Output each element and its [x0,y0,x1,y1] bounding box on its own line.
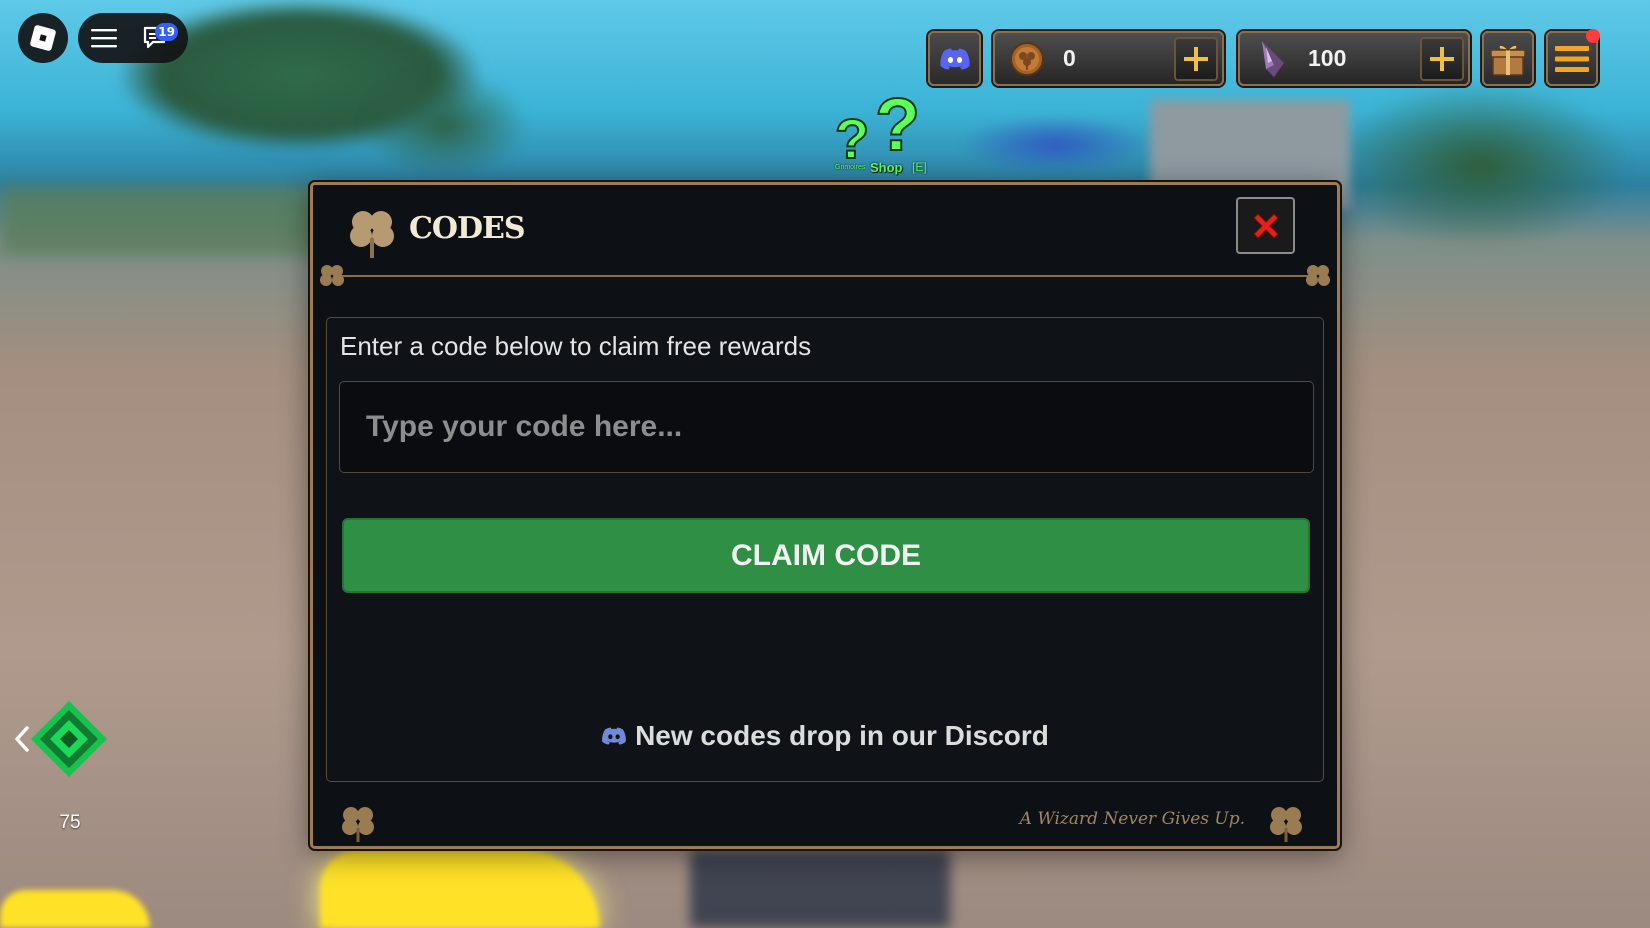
header-divider [341,275,1309,277]
plus-icon [1430,46,1454,71]
background-grass [0,185,330,255]
crystal-shard-icon [1252,39,1292,79]
gift-icon [1490,44,1526,76]
codes-dialog: CODES Enter a code below to claim free r… [310,182,1340,849]
player-character [690,850,950,928]
clover-ornament-icon [342,807,374,842]
shop-keybind: [E] [912,160,927,174]
game-menu-button[interactable] [1546,29,1600,86]
discord-button[interactable] [928,31,981,86]
roblox-hamburger-button[interactable] [78,13,130,63]
level-diamond-icon[interactable] [30,700,108,778]
clover-ornament-icon [1270,807,1302,842]
gift-button[interactable] [1482,31,1534,86]
code-prompt: Enter a code below to claim free rewards [340,331,812,361]
roblox-logo-icon [29,24,57,52]
dialog-header: CODES [313,185,1337,280]
hamburger-icon [91,29,117,48]
plus-icon [1184,46,1208,71]
expand-arrow-button[interactable] [12,722,32,756]
buy-gems-button[interactable] [1420,36,1464,81]
buy-coins-button[interactable] [1174,36,1218,81]
chat-unread-badge: 19 [155,23,178,41]
roblox-menu-button[interactable] [18,13,68,63]
coins-value: 0 [1063,45,1076,71]
dialog-title: CODES [409,211,526,246]
notification-dot [1586,29,1600,43]
roblox-chat-button[interactable]: 19 [130,13,182,63]
gems-counter: 100 [1238,31,1470,86]
coins-counter: 0 [993,31,1224,86]
discord-icon [939,48,970,69]
background-glow [0,890,150,928]
hamburger-icon [1555,45,1589,72]
discord-note[interactable]: New codes drop in our Discord [327,720,1323,752]
clover-coin-icon [1007,39,1047,79]
discord-note-text: New codes drop in our Discord [635,720,1049,751]
close-button[interactable] [1236,197,1295,254]
close-icon [1252,212,1279,239]
background-tree [1330,80,1630,250]
gems-value: 100 [1308,45,1347,71]
clover-icon [350,211,394,258]
svg-text:?: ? [875,90,920,166]
level-value: 75 [59,812,81,833]
shop-sublabel: Grimoires [835,164,866,171]
clover-ornament-icon [1306,265,1330,286]
chevron-left-icon [15,726,29,752]
clover-ornament-icon [320,265,344,286]
code-input[interactable] [339,381,1314,473]
background-stall [960,115,1150,175]
svg-text:?: ? [835,107,869,170]
footer-motto: A Wizard Never Gives Up. [1019,809,1245,829]
background-glow [320,850,600,928]
background-tree [360,70,530,180]
discord-icon [602,727,626,745]
claim-code-button[interactable]: CLAIM CODE [342,518,1310,593]
roblox-topbar-pill: 19 [78,13,188,63]
shop-label: Shop [870,160,903,175]
dialog-body: Enter a code below to claim free rewards… [326,317,1324,782]
